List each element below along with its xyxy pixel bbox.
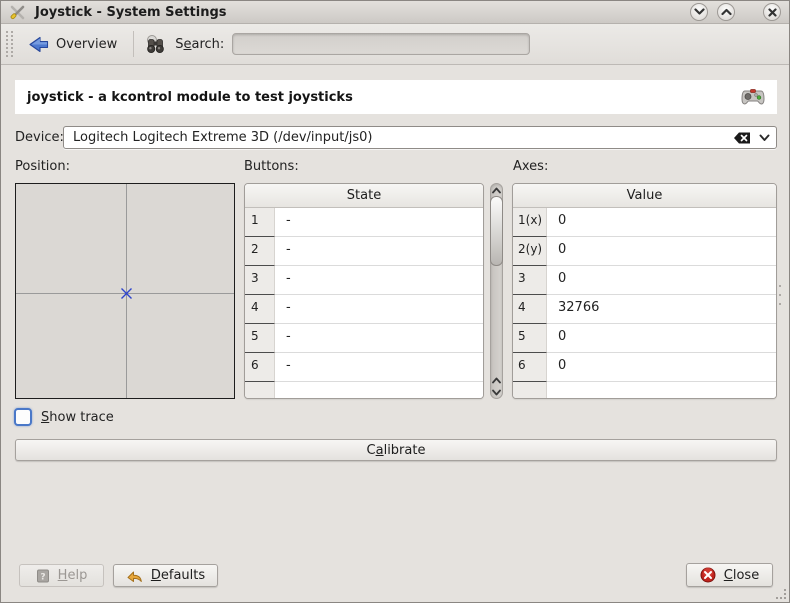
table-row[interactable]: 4-: [245, 295, 483, 324]
system-settings-window: Joystick - System Settings: [0, 0, 790, 603]
overview-button[interactable]: Overview: [20, 32, 125, 57]
chevron-down-icon: [694, 8, 705, 16]
table-row[interactable]: 432766: [513, 295, 776, 324]
toolbar-drag-handle[interactable]: [6, 31, 13, 57]
buttons-scrollbar: [489, 183, 504, 399]
table-row[interactable]: 50: [513, 324, 776, 353]
close-window-button[interactable]: [763, 3, 781, 21]
app-tools-icon: [9, 4, 26, 21]
combo-chevron-down-icon[interactable]: [759, 134, 770, 142]
close-icon: [768, 8, 777, 17]
device-combobox[interactable]: Logitech Logitech Extreme 3D (/dev/input…: [63, 126, 777, 149]
scroll-up-icon[interactable]: [490, 184, 503, 196]
scrollbar-thumb[interactable]: [490, 196, 503, 266]
table-row[interactable]: 5-: [245, 324, 483, 353]
table-row[interactable]: 60: [513, 353, 776, 382]
module-title: joystick - a kcontrol module to test joy…: [27, 90, 353, 105]
position-pad: [15, 183, 235, 399]
chevron-up-icon: [721, 8, 732, 16]
device-value: Logitech Logitech Extreme 3D (/dev/input…: [73, 130, 734, 145]
help-button: ? Help: [19, 564, 104, 587]
buttons-table-body: 1- 2- 3- 4- 5- 6-: [245, 208, 483, 398]
toolbar-separator: [133, 31, 134, 57]
table-row[interactable]: 2-: [245, 237, 483, 266]
table-row[interactable]: 6-: [245, 353, 483, 382]
buttons-column-header[interactable]: State: [245, 184, 483, 208]
device-label: Device:: [15, 130, 64, 145]
svg-text:?: ?: [40, 572, 45, 582]
table-row[interactable]: 30: [513, 266, 776, 295]
splitter-handle[interactable]: [779, 285, 782, 305]
axes-table-body: 1(x)0 2(y)0 30 432766 50 60: [513, 208, 776, 398]
undo-defaults-icon: [126, 569, 143, 583]
close-button[interactable]: Close: [686, 563, 773, 587]
toolbar: Overview Search:: [1, 24, 789, 65]
window-title: Joystick - System Settings: [35, 5, 227, 20]
module-header: joystick - a kcontrol module to test joy…: [15, 80, 777, 114]
table-row-partial[interactable]: [513, 382, 776, 398]
table-row[interactable]: 1(x)0: [513, 208, 776, 237]
scroll-up-icon[interactable]: [490, 374, 503, 386]
defaults-button[interactable]: Defaults: [113, 564, 218, 587]
axes-label: Axes:: [513, 159, 548, 174]
titlebar[interactable]: Joystick - System Settings: [1, 1, 789, 24]
buttons-table: State 1- 2- 3- 4- 5- 6-: [244, 183, 484, 399]
clear-input-icon[interactable]: [734, 132, 751, 144]
show-trace-option: Show trace: [14, 408, 114, 426]
table-row-partial[interactable]: [245, 382, 483, 398]
buttons-label: Buttons:: [244, 159, 299, 174]
resize-grip[interactable]: [776, 589, 786, 599]
calibrate-button[interactable]: Calibrate: [15, 439, 777, 461]
axes-table: Value 1(x)0 2(y)0 30 432766 50 60: [512, 183, 777, 399]
gamepad-icon: [741, 87, 765, 107]
overview-label: Overview: [56, 37, 117, 52]
help-icon: ?: [36, 569, 50, 583]
shade-button[interactable]: [690, 3, 708, 21]
table-row[interactable]: 2(y)0: [513, 237, 776, 266]
axes-column-header[interactable]: Value: [513, 184, 776, 208]
position-marker-x: [120, 287, 133, 300]
scroll-down-icon[interactable]: [490, 386, 503, 398]
back-arrow-icon: [28, 36, 49, 53]
maximize-button[interactable]: [717, 3, 735, 21]
search-input[interactable]: [232, 33, 530, 55]
close-red-icon: [700, 567, 716, 583]
table-row[interactable]: 1-: [245, 208, 483, 237]
position-label: Position:: [15, 159, 70, 174]
search-binoculars-icon: [144, 33, 167, 55]
show-trace-checkbox[interactable]: [14, 408, 32, 426]
table-row[interactable]: 3-: [245, 266, 483, 295]
search-label: Search:: [175, 37, 224, 52]
show-trace-label: Show trace: [41, 410, 114, 425]
